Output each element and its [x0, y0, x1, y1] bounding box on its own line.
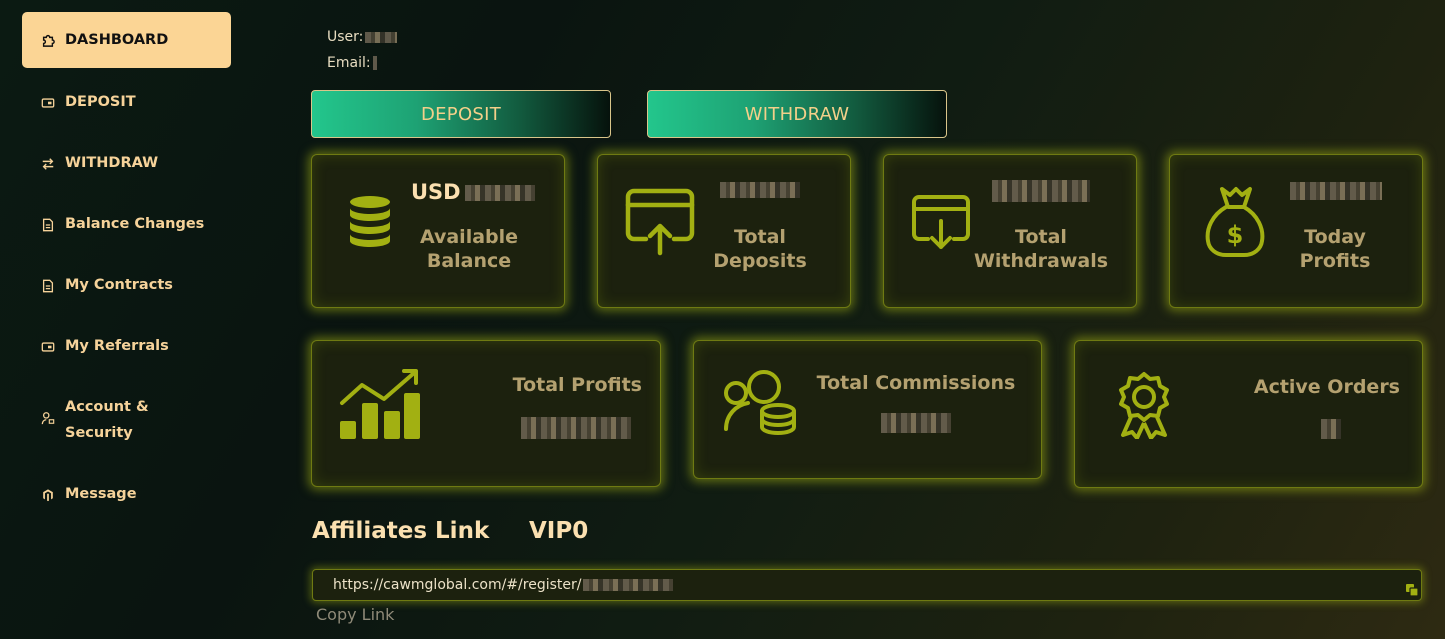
card-download-icon [912, 195, 970, 249]
affiliates-title: Affiliates Link [312, 518, 490, 544]
affiliate-link-text: https://cawmglobal.com/#/register/ [333, 577, 582, 593]
total-deposits-card: Total Deposits [597, 154, 851, 308]
deposit-button[interactable]: DEPOSIT [311, 90, 611, 138]
active-orders-card: Active Orders [1074, 340, 1423, 488]
total-profits-value-redacted [521, 417, 631, 439]
card-title-line2: Withdrawals [973, 250, 1109, 272]
wallet-icon [41, 342, 55, 352]
withdraw-button[interactable]: WITHDRAW [647, 90, 947, 138]
referral-code-redacted [583, 579, 674, 591]
available-balance-card: USD Available Balance [311, 154, 565, 308]
magento-icon [43, 489, 53, 502]
coins-stack-icon [350, 196, 390, 247]
user-coins-icon [724, 370, 796, 436]
growth-chart-icon [340, 369, 420, 439]
total-withdrawals-card: Total Withdrawals [883, 154, 1137, 308]
award-badge-icon [1119, 372, 1169, 439]
active-orders-value-redacted [1321, 419, 1341, 439]
total-commissions-card: Total Commissions [693, 340, 1042, 479]
card-title-line2: Profits [1299, 250, 1371, 272]
user-label: User: [327, 29, 364, 45]
card-title-line1: Total [1015, 226, 1067, 248]
user-lock-icon [41, 412, 55, 425]
sidebar-item-account-security[interactable]: Account & Security [22, 399, 231, 446]
sidebar-item-label: Balance Changes [65, 216, 205, 232]
sidebar-item-message[interactable]: Message [22, 486, 231, 507]
affiliate-link-field[interactable]: https://cawmglobal.com/#/register/ [312, 569, 1422, 601]
email-row: Email: [327, 50, 397, 76]
total-profits-title: Total Profits [512, 374, 642, 396]
sidebar-item-label: DASHBOARD [65, 32, 169, 48]
vip-level: VIP0 [529, 518, 589, 544]
sidebar-item-label-line1: Account & [65, 399, 149, 415]
total-withdrawals-title: Total Withdrawals [971, 225, 1111, 273]
wallet-icon [41, 98, 55, 108]
withdrawals-value-redacted [992, 180, 1090, 202]
user-row: User: [327, 24, 398, 50]
puzzle-icon [42, 35, 55, 47]
total-deposits-title: Total Deposits [703, 225, 817, 273]
sidebar-item-my-contracts[interactable]: My Contracts [22, 277, 231, 298]
total-commissions-value-redacted [881, 413, 951, 433]
sidebar-item-withdraw[interactable]: WITHDRAW [22, 155, 231, 176]
card-title-line2: Balance [426, 250, 512, 272]
available-balance-title: Available Balance [402, 225, 536, 273]
total-commissions-title: Total Commissions [816, 372, 1016, 394]
sidebar-item-dashboard[interactable]: DASHBOARD [22, 12, 231, 68]
balance-currency: USD [411, 180, 535, 204]
currency-label: USD [411, 180, 461, 204]
card-title-line2: Deposits [713, 250, 807, 272]
user-info: User: Email: [327, 24, 398, 76]
sidebar-item-my-referrals[interactable]: My Referrals [22, 338, 231, 359]
document-icon [42, 279, 54, 293]
sidebar-item-label: Account & Security [65, 394, 149, 446]
card-title-line1: Total [734, 226, 786, 248]
card-title-line1: Available [419, 226, 519, 248]
today-profits-value-redacted [1290, 182, 1382, 200]
sidebar-item-label: WITHDRAW [65, 155, 159, 171]
sidebar-item-label: Message [65, 486, 137, 502]
sidebar-item-deposit[interactable]: DEPOSIT [22, 94, 231, 115]
deposits-value-redacted [720, 182, 800, 198]
money-bag-icon: $ [1205, 187, 1265, 257]
document-icon [42, 218, 54, 232]
email-value-redacted [372, 56, 377, 70]
copy-link-button[interactable]: Copy Link [316, 605, 394, 624]
transfer-icon [42, 158, 54, 170]
sidebar-item-balance-changes[interactable]: Balance Changes [22, 216, 231, 237]
active-orders-title: Active Orders [1253, 376, 1400, 398]
card-upload-icon [625, 188, 695, 256]
sidebar-item-label: My Contracts [65, 277, 173, 293]
svg-text:$: $ [1227, 221, 1244, 249]
total-profits-card: Total Profits [311, 340, 661, 487]
card-title-line1: Today [1304, 226, 1366, 248]
email-label: Email: [327, 55, 371, 71]
balance-value-redacted [464, 185, 535, 201]
sidebar: DASHBOARD DEPOSIT WITHDRAW Balance Chang… [0, 0, 255, 639]
sidebar-item-label: DEPOSIT [65, 94, 136, 110]
copy-icon[interactable] [1405, 583, 1419, 597]
sidebar-item-label: My Referrals [65, 338, 169, 354]
today-profits-card: $ Today Profits [1169, 154, 1423, 308]
user-value-redacted [365, 31, 398, 43]
today-profits-title: Today Profits [1280, 225, 1390, 273]
sidebar-item-label-line2: Security [65, 425, 133, 441]
